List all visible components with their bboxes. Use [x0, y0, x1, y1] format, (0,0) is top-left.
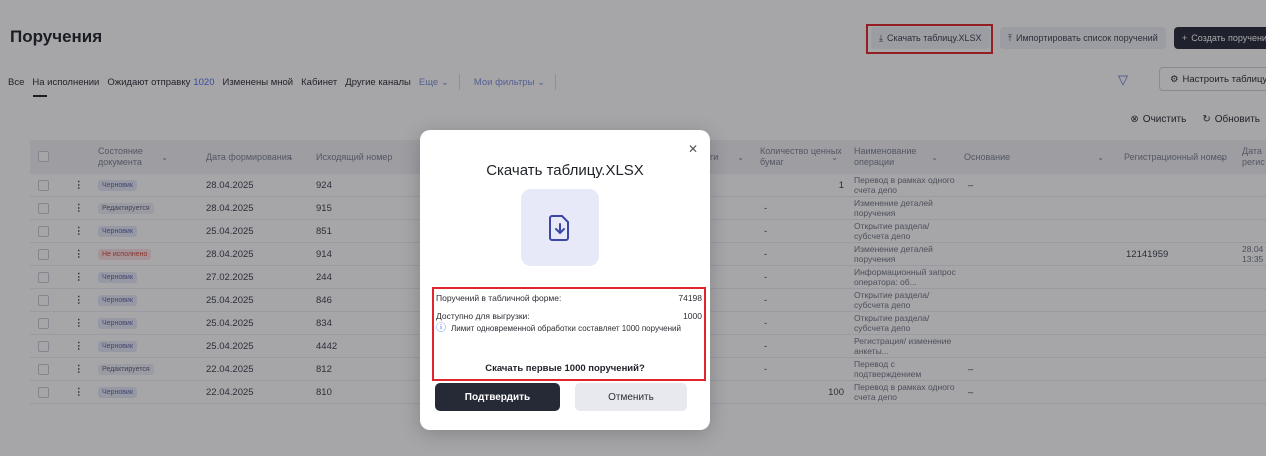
modal-title: Скачать таблицу.XLSX — [486, 162, 644, 179]
confirm-button[interactable]: Подтвердить — [435, 383, 560, 411]
limit-note: ⓘ Лимит одновременной обработки составля… — [436, 323, 696, 334]
info-icon: ⓘ — [436, 323, 446, 334]
total-orders-label: Поручений в табличной форме: — [436, 293, 562, 303]
available-value: 1000 — [683, 311, 702, 321]
total-orders-value: 74198 — [678, 293, 702, 303]
download-modal: ✕ Скачать таблицу.XLSX Поручений в табли… — [420, 130, 710, 430]
close-icon[interactable]: ✕ — [688, 142, 698, 156]
available-label: Доступно для выгрузки: — [436, 311, 530, 321]
orders-page: Поручения ⤓ Скачать таблицу.XLSX ⤒ Импор… — [0, 0, 1266, 456]
limit-note-text: Лимит одновременной обработки составляет… — [451, 324, 681, 333]
total-orders-row: Поручений в табличной форме: 74198 — [436, 293, 702, 303]
file-download-icon — [521, 189, 599, 266]
available-orders-row: Доступно для выгрузки: 1000 — [436, 311, 702, 321]
cancel-button[interactable]: Отменить — [575, 383, 687, 411]
download-question: Скачать первые 1000 поручений? — [485, 363, 645, 374]
